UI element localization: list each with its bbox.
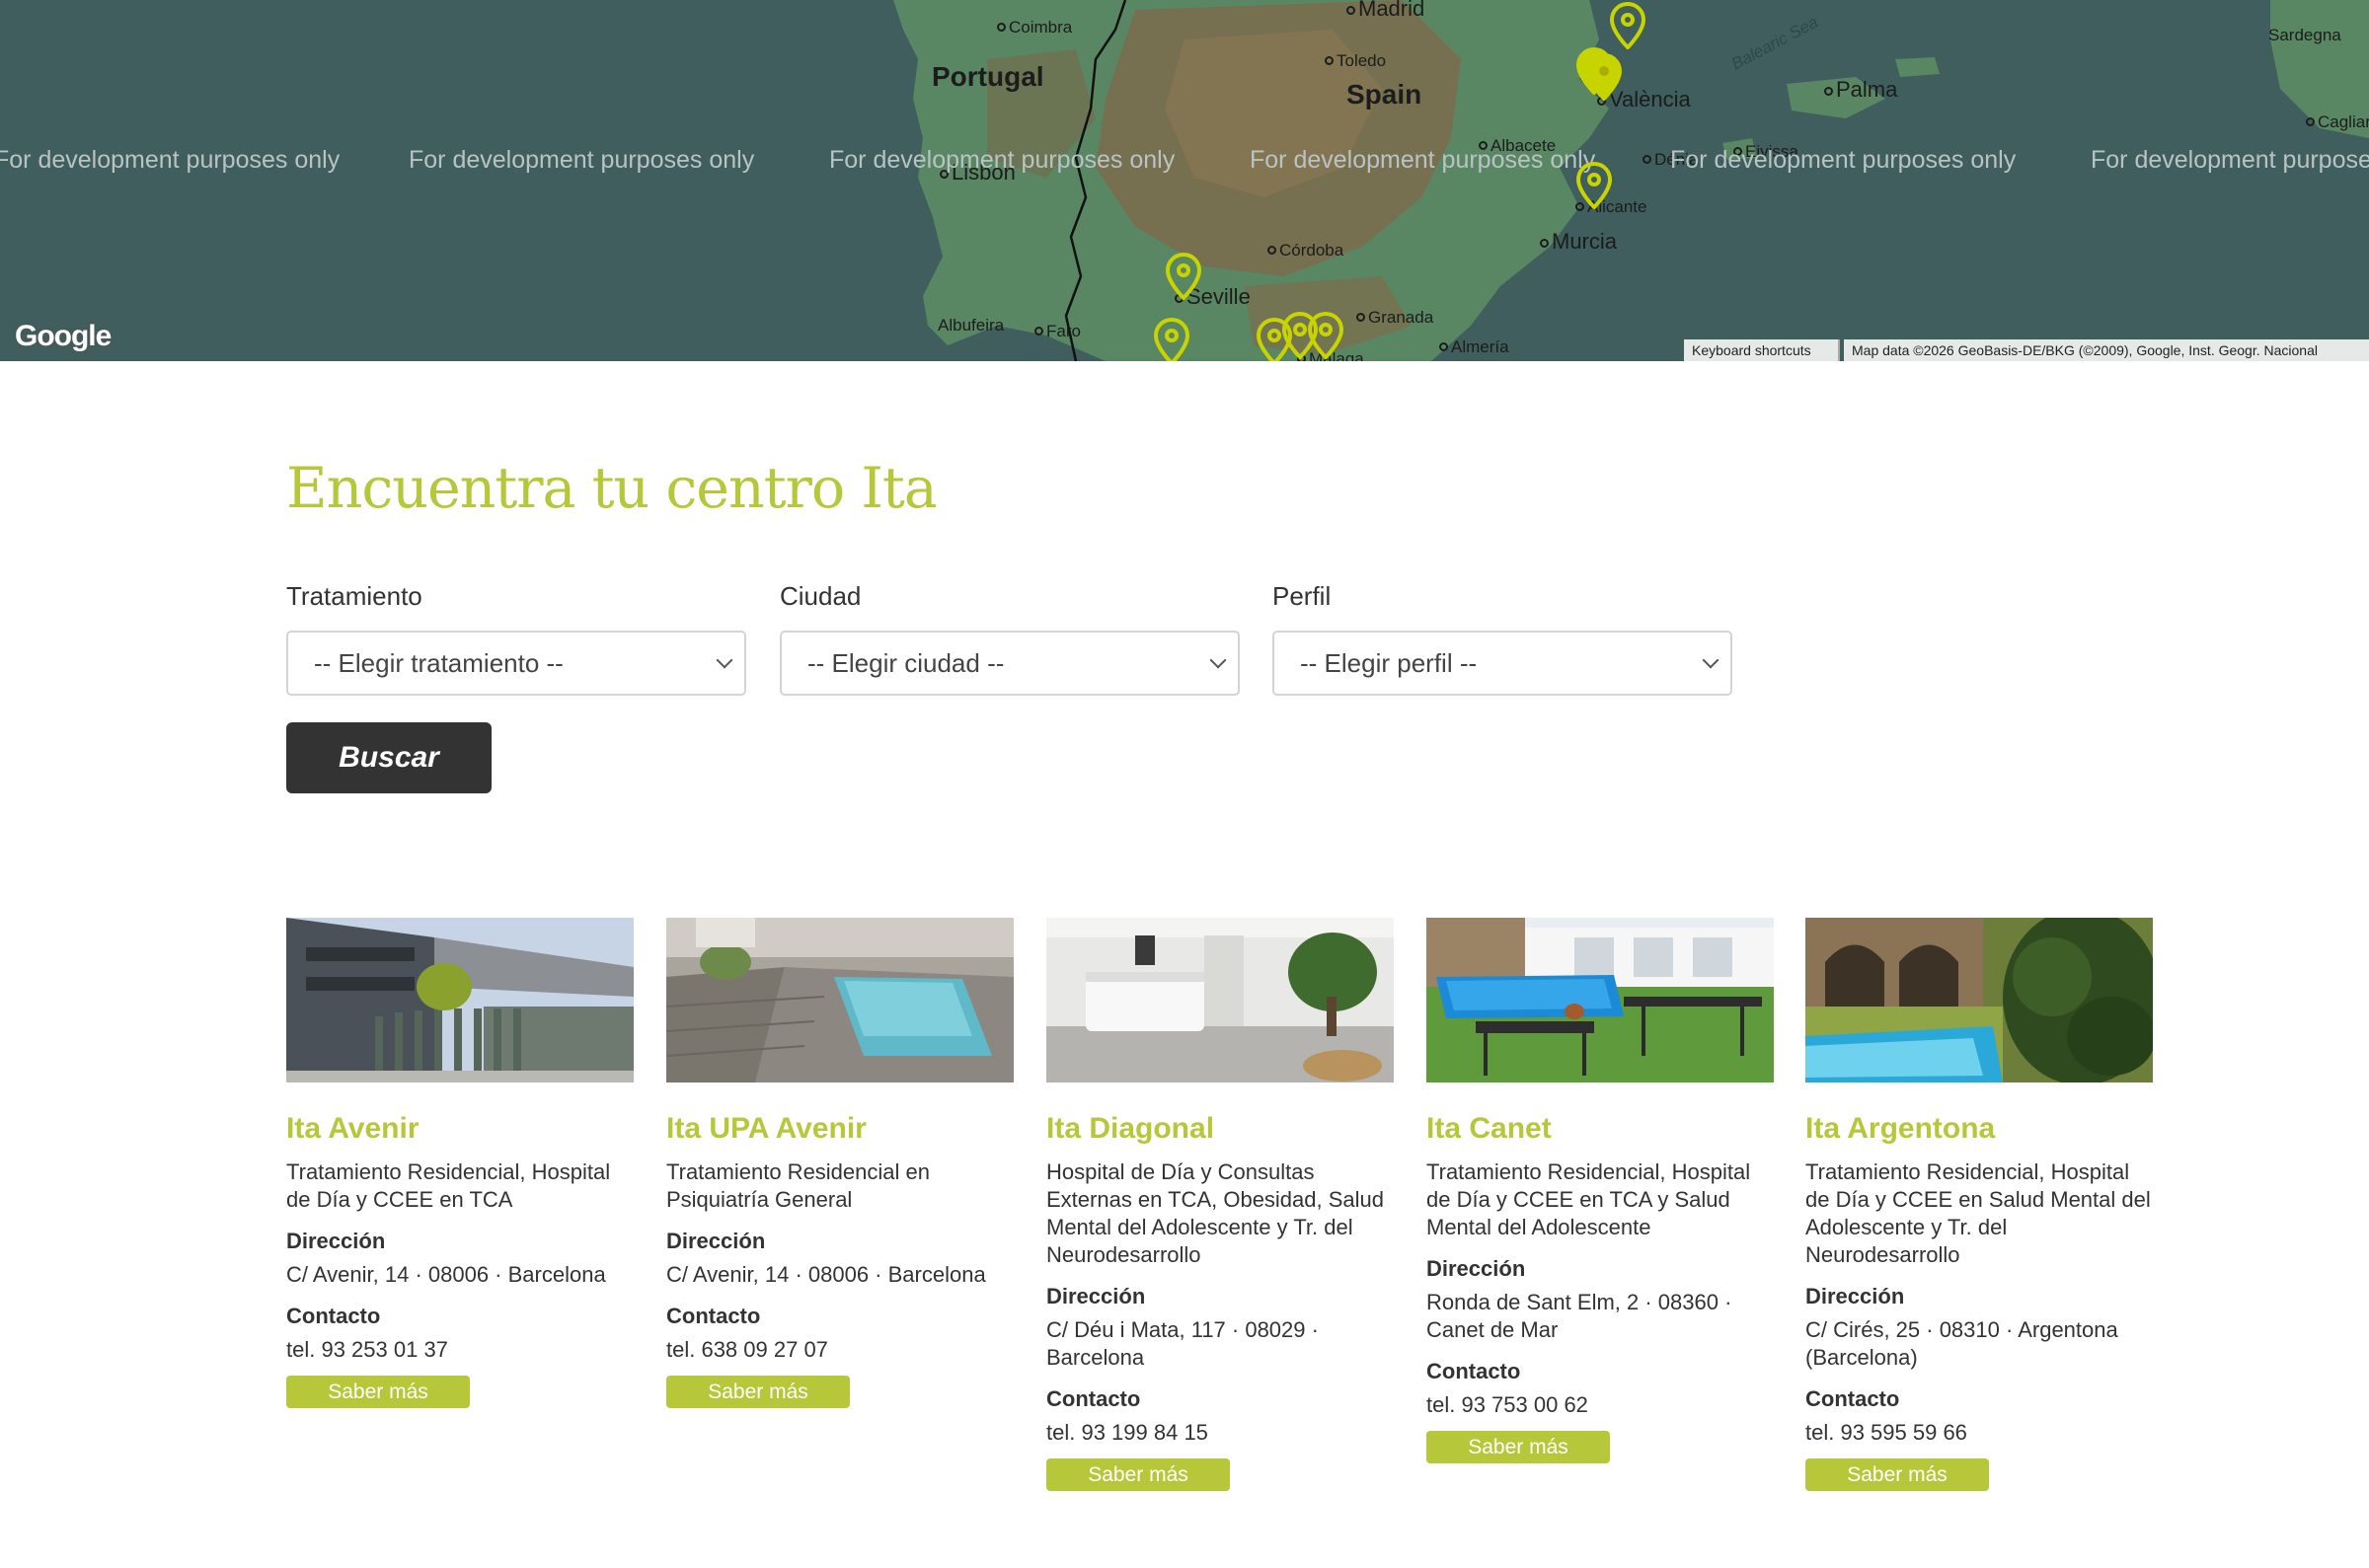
center-address: C/ Déu i Mata, 117 · 08029 · Barcelona [1046, 1317, 1319, 1370]
center-address: C/ Cirés, 25 · 08310 · Argentona (Barcel… [1805, 1317, 2118, 1370]
map-pin-icon[interactable] [1585, 53, 1623, 101]
select-value: -- Elegir perfil -- [1300, 648, 1478, 678]
contact-label: Contacto [666, 1304, 761, 1328]
center-name[interactable]: Ita Canet [1426, 1111, 1774, 1147]
map-label-sardegna: Sardegna [2268, 26, 2341, 44]
map-pin-icon[interactable] [1165, 253, 1202, 300]
center-name[interactable]: Ita Avenir [286, 1111, 634, 1147]
center-name[interactable]: Ita UPA Avenir [666, 1111, 1014, 1147]
center-photo[interactable] [666, 918, 1014, 1083]
address-label: Dirección [666, 1229, 766, 1253]
page-title: Encuentra tu centro Ita [286, 456, 938, 521]
google-logo[interactable]: Google [15, 320, 112, 353]
saber-mas-button[interactable]: Saber más [286, 1376, 470, 1408]
map-label-portugal: Portugal [932, 61, 1044, 92]
chevron-down-icon [1702, 651, 1719, 669]
center-description: Hospital de Día y Consultas Externas en … [1046, 1159, 1385, 1267]
address-label: Dirección [1426, 1256, 1526, 1281]
center-card: Ita Argentona Tratamiento Residencial, H… [1805, 918, 2153, 1491]
contact-label: Contacto [1426, 1359, 1521, 1383]
map-label-toledo: Toledo [1325, 51, 1386, 71]
contact-label: Contacto [1805, 1386, 1900, 1411]
map-label-albufeira: Albufeira [938, 316, 1005, 335]
saber-mas-button[interactable]: Saber más [666, 1376, 850, 1408]
select-value: -- Elegir tratamiento -- [314, 648, 564, 678]
contact-label: Contacto [1046, 1386, 1141, 1411]
contact-label: Contacto [286, 1304, 381, 1328]
dev-watermark: For development purposes only [2091, 146, 2369, 174]
center-phone[interactable]: tel. 93 595 59 66 [1805, 1419, 2153, 1447]
saber-mas-button[interactable]: Saber más [1046, 1458, 1230, 1491]
center-name[interactable]: Ita Argentona [1805, 1111, 2153, 1147]
chevron-down-icon [1209, 651, 1227, 669]
address-label: Dirección [286, 1229, 386, 1253]
dev-watermark: For development purposes only [1250, 146, 1596, 174]
center-description: Tratamiento Residencial, Hospital de Día… [1426, 1159, 1751, 1239]
filter-perfil: Perfil -- Elegir perfil -- [1272, 580, 1732, 696]
center-description: Tratamiento Residencial en Psiquiatría G… [666, 1159, 930, 1212]
center-card: Ita Avenir Tratamiento Residencial, Hosp… [286, 918, 634, 1408]
map-pin-icon[interactable] [1575, 162, 1613, 209]
center-address: C/ Avenir, 14 · 08006 · Barcelona [666, 1262, 986, 1287]
chevron-down-icon [716, 651, 733, 669]
center-photo[interactable] [1426, 918, 1774, 1083]
filter-ciudad: Ciudad -- Elegir ciudad -- [780, 580, 1240, 696]
map-label-murcia: Murcia [1540, 229, 1617, 255]
map-label-coimbra: Coimbra [997, 18, 1072, 37]
select-value: -- Elegir ciudad -- [807, 648, 1005, 678]
saber-mas-button[interactable]: Saber más [1426, 1431, 1610, 1463]
center-phone[interactable]: tel. 638 09 27 07 [666, 1336, 1014, 1364]
filter-tratamiento: Tratamiento -- Elegir tratamiento -- [286, 580, 746, 696]
address-label: Dirección [1805, 1284, 1905, 1308]
dev-watermark: For development purposes only [829, 146, 1176, 174]
filter-label: Perfil [1272, 581, 1332, 611]
dev-watermark: For development purposes only [0, 146, 341, 174]
map-label-cagliari: Cagliari [2306, 112, 2369, 132]
search-button[interactable]: Buscar [286, 722, 492, 793]
map-pin-icon[interactable] [1609, 2, 1646, 49]
center-address: C/ Avenir, 14 · 08006 · Barcelona [286, 1262, 606, 1287]
dev-watermark: For development purposes only [1670, 146, 2017, 174]
center-description: Tratamiento Residencial, Hospital de Día… [1805, 1159, 2151, 1267]
map[interactable]: Portugal Spain Madrid Coimbra Toledo Val… [0, 0, 2369, 361]
ciudad-select[interactable]: -- Elegir ciudad -- [780, 631, 1240, 696]
keyboard-shortcuts-link[interactable]: Keyboard shortcuts [1684, 339, 1840, 361]
center-photo[interactable] [286, 918, 634, 1083]
center-name[interactable]: Ita Diagonal [1046, 1111, 1394, 1147]
center-phone[interactable]: tel. 93 253 01 37 [286, 1336, 634, 1364]
center-photo[interactable] [1046, 918, 1394, 1083]
map-label-granada: Granada [1356, 308, 1433, 328]
center-phone[interactable]: tel. 93 199 84 15 [1046, 1419, 1394, 1447]
center-card: Ita Canet Tratamiento Residencial, Hospi… [1426, 918, 1774, 1463]
map-data-attribution[interactable]: Map data ©2026 GeoBasis-DE/BKG (©2009), … [1844, 339, 2369, 361]
map-label-almeria: Almería [1439, 337, 1509, 357]
map-label-cordoba: Córdoba [1267, 241, 1343, 261]
center-card: Ita Diagonal Hospital de Día y Consultas… [1046, 918, 1394, 1491]
center-description: Tratamiento Residencial, Hospital de Día… [286, 1159, 611, 1212]
map-label-spain: Spain [1346, 79, 1422, 110]
dev-watermark: For development purposes only [409, 146, 755, 174]
tratamiento-select[interactable]: -- Elegir tratamiento -- [286, 631, 746, 696]
map-label-faro: Faro [1034, 322, 1081, 341]
perfil-select[interactable]: -- Elegir perfil -- [1272, 631, 1732, 696]
address-label: Dirección [1046, 1284, 1146, 1308]
center-card: Ita UPA Avenir Tratamiento Residencial e… [666, 918, 1014, 1408]
map-pin-icon[interactable] [1307, 312, 1344, 359]
map-label-palma: Palma [1824, 77, 1897, 103]
center-photo[interactable] [1805, 918, 2153, 1083]
map-label-madrid: Madrid [1346, 0, 1424, 22]
center-phone[interactable]: tel. 93 753 00 62 [1426, 1391, 1774, 1419]
filter-label: Ciudad [780, 581, 862, 611]
saber-mas-button[interactable]: Saber más [1805, 1458, 1989, 1491]
center-address: Ronda de Sant Elm, 2 · 08360 · Canet de … [1426, 1290, 1732, 1342]
filter-label: Tratamiento [286, 581, 422, 611]
map-pin-icon[interactable] [1153, 318, 1190, 361]
